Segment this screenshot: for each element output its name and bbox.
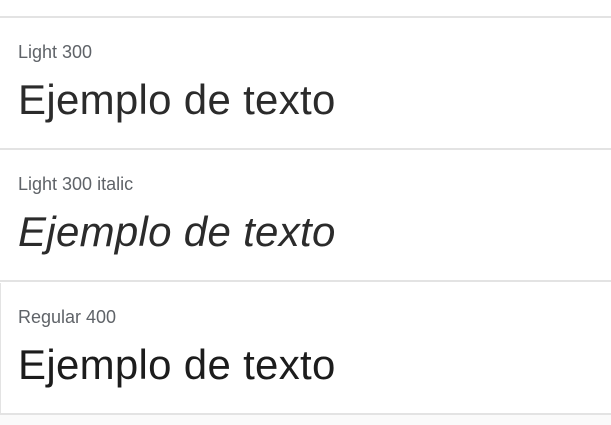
sample-text: Ejemplo de texto	[18, 76, 336, 123]
font-style-light-300: Light 300 Ejemplo de texto	[0, 18, 611, 148]
font-style-light-300-italic: Light 300 italic Ejemplo de texto	[0, 150, 611, 280]
style-label: Light 300	[18, 42, 93, 62]
style-label: Light 300 italic	[18, 174, 134, 194]
sample-text: Ejemplo de texto	[18, 341, 336, 388]
sample-text: Ejemplo de texto	[18, 208, 336, 255]
style-label: Regular 400	[18, 307, 117, 327]
font-style-regular-400: Regular 400 Ejemplo de texto	[0, 283, 611, 413]
section-divider	[0, 280, 611, 282]
next-section-edge	[0, 415, 611, 425]
